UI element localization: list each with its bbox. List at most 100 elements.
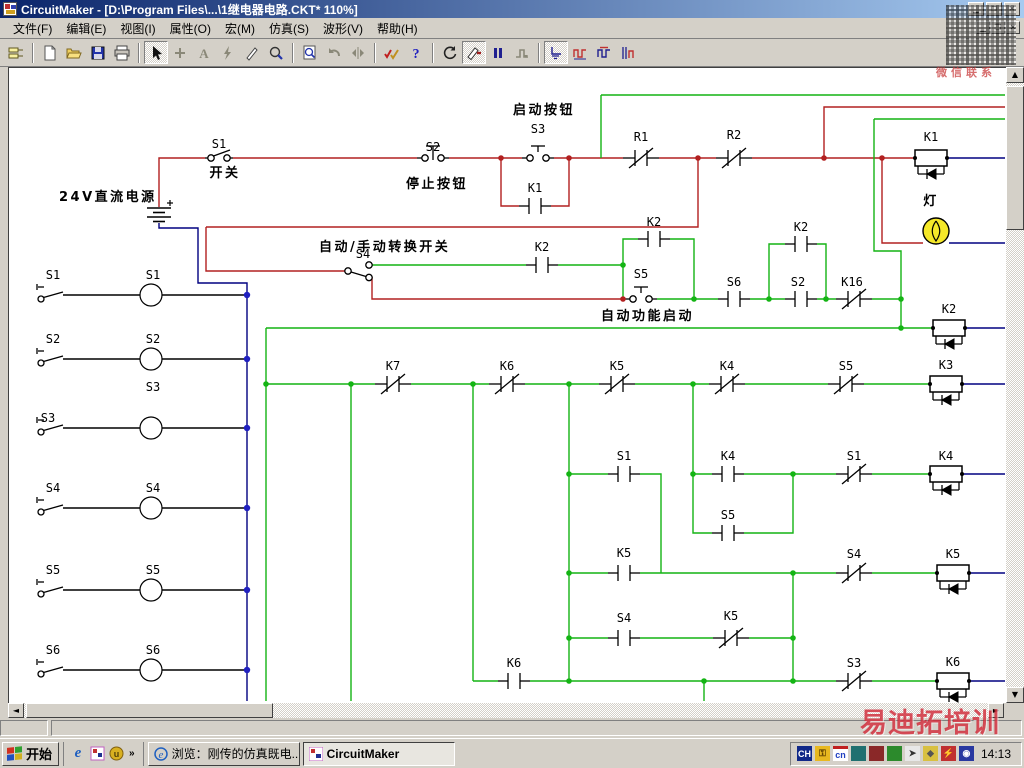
ime-chinese-icon[interactable]: cn <box>832 746 848 761</box>
menu-item-2[interactable]: 视图(I) <box>113 18 162 39</box>
component-label: K2 <box>794 220 808 234</box>
cursor-tool-button[interactable] <box>144 41 168 64</box>
download-icon[interactable]: ◆ <box>922 746 938 761</box>
menu-item-0[interactable]: 文件(F) <box>6 18 59 39</box>
scroll-left-button[interactable]: ◄ <box>8 703 24 718</box>
component-label: K6 <box>500 359 514 373</box>
lock-icon[interactable]: ⚿ <box>814 746 830 761</box>
component-label: K5 <box>617 546 631 560</box>
circuitmaker-icon <box>308 746 323 761</box>
vertical-scroll-thumb[interactable] <box>1006 86 1024 230</box>
ie-icon[interactable]: e <box>70 745 86 762</box>
delete-tool-button[interactable] <box>216 41 240 64</box>
scope-dc-button[interactable] <box>544 41 568 64</box>
scope-transient-button[interactable] <box>568 41 592 64</box>
wire[interactable] <box>551 158 570 207</box>
wire[interactable] <box>640 473 662 573</box>
simulation-options-button[interactable] <box>380 41 404 64</box>
zoom-tool-button[interactable] <box>264 41 288 64</box>
start-button[interactable]: 开始 <box>2 741 60 766</box>
wire[interactable] <box>817 243 827 299</box>
menu-item-5[interactable]: 仿真(S) <box>262 18 316 39</box>
digital-parts-button[interactable] <box>4 41 28 64</box>
component-label: S3 <box>41 411 55 425</box>
menu-item-1[interactable]: 编辑(E) <box>59 18 113 39</box>
wire[interactable] <box>500 158 519 207</box>
flash-icon[interactable]: ⚡ <box>940 746 956 761</box>
wire-tool-button[interactable] <box>168 41 192 64</box>
rotate-button[interactable] <box>322 41 346 64</box>
component-label: S5 <box>634 267 648 281</box>
junction-dot <box>690 471 696 477</box>
new-file-button[interactable] <box>38 41 62 64</box>
print-icon <box>114 45 130 60</box>
modem-icon[interactable] <box>850 746 866 761</box>
wire[interactable] <box>768 243 785 299</box>
help-button[interactable]: ? <box>404 41 428 64</box>
cursor-tool-icon <box>153 45 162 60</box>
component-label: S3 <box>146 380 160 394</box>
mirror-button[interactable] <box>346 41 370 64</box>
probe-tool-icon <box>246 46 258 61</box>
task-button-browser[interactable]: e 浏览：刚传的仿真既电... <box>147 741 300 766</box>
pause-simulation-button[interactable] <box>486 41 510 64</box>
start-label: 开始 <box>26 747 53 762</box>
antivirus-icon[interactable] <box>868 746 884 761</box>
menu-item-6[interactable]: 波形(V) <box>316 18 370 39</box>
wire[interactable] <box>744 474 794 534</box>
save-file-button[interactable] <box>86 41 110 64</box>
wire[interactable] <box>881 158 923 244</box>
circuitmaker-icon[interactable] <box>89 746 105 762</box>
app-icon <box>3 2 17 16</box>
wire[interactable] <box>371 277 625 300</box>
mirror-icon <box>352 46 364 59</box>
print-button[interactable] <box>110 41 134 64</box>
wire[interactable] <box>158 157 205 207</box>
zoom-window-icon <box>303 45 316 59</box>
junction-dot <box>701 678 707 684</box>
menu-item-3[interactable]: 属性(O) <box>163 18 218 39</box>
probe-tool-button[interactable] <box>240 41 264 64</box>
wire[interactable] <box>873 119 902 299</box>
toolbar-separator <box>32 42 34 63</box>
scope-dc-icon <box>551 46 561 59</box>
player-icon[interactable]: ◉ <box>958 746 974 761</box>
scope-bus-button[interactable] <box>616 41 640 64</box>
component-label: S2 <box>426 140 440 154</box>
system-tray: CH ⚿ cn ➤ ◆ ⚡ ◉ 14:13 <box>789 741 1022 766</box>
pointer-icon[interactable]: ➤ <box>904 746 920 761</box>
step-simulation-button[interactable] <box>510 41 534 64</box>
wechat-watermark-text: 微信联系 <box>936 67 996 79</box>
windows-logo-icon <box>7 745 23 762</box>
shield-icon[interactable] <box>886 746 902 761</box>
ie-icon: e <box>153 746 168 761</box>
component-label: S6 <box>727 275 741 289</box>
horizontal-scroll-thumb[interactable] <box>26 703 273 718</box>
chevron-more-icon[interactable]: » <box>127 748 137 759</box>
scope-digital-button[interactable] <box>592 41 616 64</box>
menu-bar: 文件(F) 编辑(E) 视图(I) 属性(O) 宏(M) 仿真(S) 波形(V) 帮助(H) … <box>0 18 1024 39</box>
text-tool-button[interactable]: A <box>192 41 216 64</box>
component-label: S2 <box>46 332 60 346</box>
junction-dot <box>823 296 829 302</box>
task-button-circuitmaker[interactable]: CircuitMaker <box>302 741 455 766</box>
component-label: 灯 <box>923 193 939 209</box>
schematic-canvas[interactable]: 启动按钮 S3 S1 开关 S2 停止按钮 24V直流电源 K1 R1 R2 K1 灯自动/手动转换开… <box>8 67 1006 703</box>
title-bar: CircuitMaker - [D:\Program Files\...\1继电… <box>0 0 1024 18</box>
menu-item-4[interactable]: 宏(M) <box>218 18 262 39</box>
open-file-button[interactable] <box>62 41 86 64</box>
zoom-window-button[interactable] <box>298 41 322 64</box>
wire[interactable] <box>206 158 699 228</box>
language-indicator[interactable]: CH <box>796 746 812 761</box>
junction-dot <box>620 296 626 302</box>
reset-simulation-button[interactable] <box>438 41 462 64</box>
wire[interactable] <box>692 474 712 534</box>
run-analysis-button[interactable] <box>462 41 486 64</box>
pause-simulation-icon <box>494 47 502 58</box>
menu-item-7[interactable]: 帮助(H) <box>370 18 425 39</box>
media-icon[interactable]: u <box>108 746 124 762</box>
wire[interactable] <box>670 238 695 299</box>
save-file-icon <box>91 46 105 59</box>
component-label: S2 <box>146 332 160 346</box>
junction-dot <box>691 296 697 302</box>
